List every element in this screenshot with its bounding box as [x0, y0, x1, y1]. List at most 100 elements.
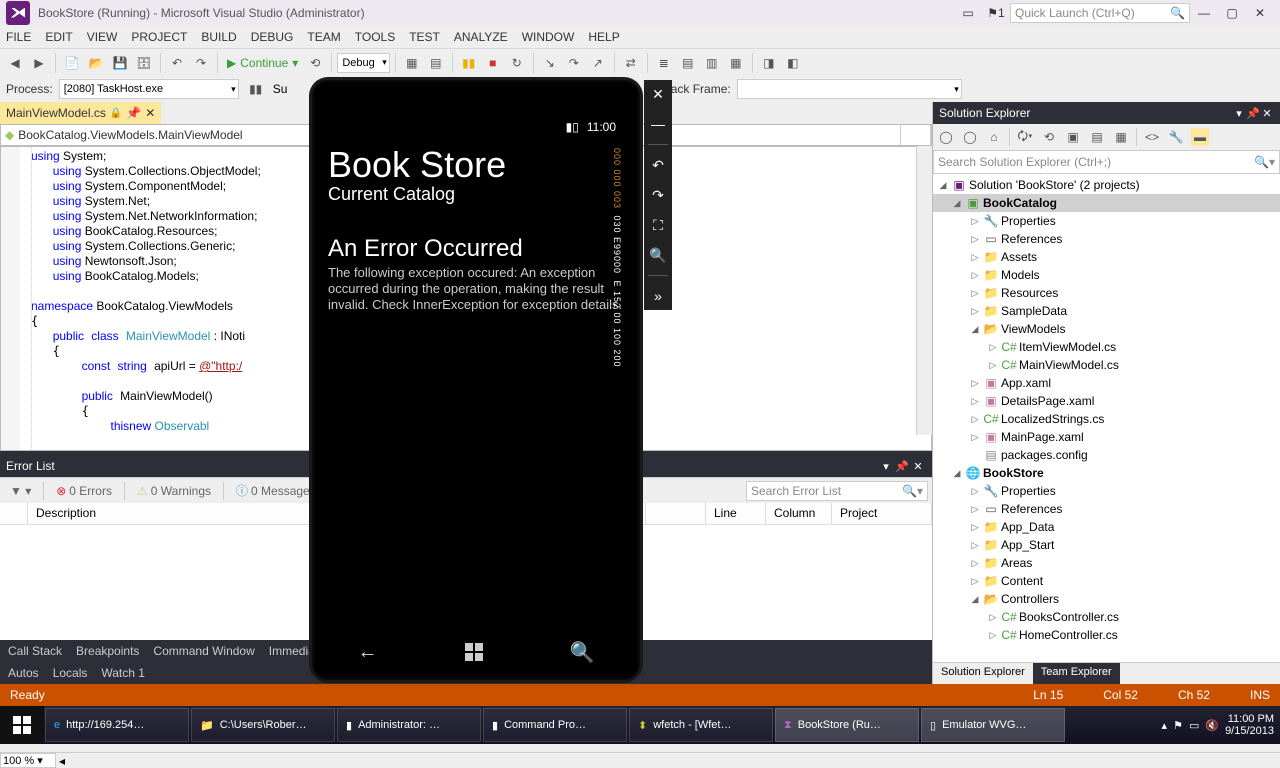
emul-zoom-icon[interactable]: 🔍 — [648, 245, 668, 265]
task-emulator[interactable]: ▯Emulator WVG… — [921, 708, 1065, 742]
restart-icon[interactable]: ⟲ — [304, 52, 326, 74]
tree-solution[interactable]: Solution 'BookStore' (2 projects) — [969, 178, 1140, 192]
undo-icon[interactable]: ↶ — [166, 52, 188, 74]
menu-build[interactable]: BUILD — [201, 30, 236, 44]
menu-test[interactable]: TEST — [409, 30, 440, 44]
tray-action-icon[interactable]: ⚑ — [1173, 719, 1183, 732]
task-cmd[interactable]: ▮Command Pro… — [483, 708, 627, 742]
tb-icon-3[interactable]: ⇄ — [620, 52, 642, 74]
refresh-icon[interactable]: ⟲ — [1040, 128, 1058, 146]
zoom-dropdown[interactable]: 100 % ▾ — [0, 753, 56, 768]
tree-item[interactable]: Properties — [1001, 484, 1056, 498]
tb-icon-7[interactable]: ▦ — [725, 52, 747, 74]
tray-sound-icon[interactable]: 🔇 — [1205, 719, 1219, 732]
start-button[interactable] — [0, 706, 44, 744]
close-tab-icon[interactable]: ✕ — [145, 106, 155, 120]
menu-tools[interactable]: TOOLS — [355, 30, 395, 44]
task-ie[interactable]: ehttp://169.254… — [45, 708, 189, 742]
col-file[interactable] — [646, 503, 706, 524]
quick-launch-input[interactable]: Quick Launch (Ctrl+Q)🔍 — [1010, 3, 1190, 23]
tree-item[interactable]: ViewModels — [1001, 322, 1065, 336]
bookmark-icon[interactable]: ◨ — [758, 52, 780, 74]
pin-icon[interactable]: 📌 — [126, 106, 141, 120]
tree-item[interactable]: References — [1001, 502, 1062, 516]
preview-icon[interactable]: ▬ — [1191, 128, 1209, 146]
tree-item[interactable]: DetailsPage.xaml — [1001, 394, 1094, 408]
tree-item[interactable]: App.xaml — [1001, 376, 1051, 390]
tb-icon-6[interactable]: ▥ — [701, 52, 723, 74]
menu-team[interactable]: TEAM — [307, 30, 340, 44]
sync-icon[interactable]: 🗘▾ — [1016, 128, 1034, 146]
tree-item[interactable]: Areas — [1001, 556, 1032, 570]
col-line[interactable]: Line — [706, 503, 766, 524]
tree-proj-bookcatalog[interactable]: BookCatalog — [983, 196, 1057, 210]
menu-view[interactable]: VIEW — [87, 30, 118, 44]
tab-solution-explorer[interactable]: Solution Explorer — [933, 663, 1033, 684]
tree-item[interactable]: Assets — [1001, 250, 1037, 264]
tree-item[interactable]: LocalizedStrings.cs — [1001, 412, 1104, 426]
member-dropdown[interactable] — [901, 125, 931, 145]
tb-icon-8[interactable]: ◧ — [782, 52, 804, 74]
tab-breakpoints[interactable]: Breakpoints — [76, 644, 139, 658]
tree-item[interactable]: Models — [1001, 268, 1040, 282]
errors-chip[interactable]: ⊗0 Errors — [50, 482, 118, 500]
feedback-icon[interactable]: ▭ — [957, 4, 979, 22]
stop-icon[interactable]: ■ — [482, 52, 504, 74]
back-icon[interactable]: ◯ — [937, 128, 955, 146]
pin-panel-icon[interactable]: 📌 — [894, 460, 910, 473]
menu-analyze[interactable]: ANALYZE — [454, 30, 508, 44]
tree-item[interactable]: Controllers — [1001, 592, 1059, 606]
emul-fit-icon[interactable]: ⛶ — [648, 215, 668, 235]
menu-edit[interactable]: EDIT — [45, 30, 72, 44]
stackframe-dropdown[interactable] — [737, 79, 962, 99]
step-over-icon[interactable]: ↷ — [563, 52, 585, 74]
col-column[interactable]: Column — [766, 503, 832, 524]
errorlist-search[interactable]: Search Error List🔍▾ — [746, 481, 928, 501]
tree-item[interactable]: HomeController.cs — [1019, 628, 1118, 642]
emul-close-icon[interactable]: ✕ — [648, 84, 668, 104]
tree-item[interactable]: SampleData — [1001, 304, 1067, 318]
tree-item[interactable]: packages.config — [1001, 448, 1088, 462]
tree-item[interactable]: App_Data — [1001, 520, 1054, 534]
h-scrollbar[interactable]: 100 % ▾ ◂ — [0, 752, 1280, 768]
filter-dropdown-icon[interactable]: ▼ ▾ — [4, 482, 37, 500]
emul-rotate-left-icon[interactable]: ↶ — [648, 155, 668, 175]
tree-item[interactable]: ItemViewModel.cs — [1019, 340, 1116, 354]
collapse-icon[interactable]: ▣ — [1064, 128, 1082, 146]
menu-file[interactable]: FILE — [6, 30, 31, 44]
fwd-icon[interactable]: ◯ — [961, 128, 979, 146]
showall-icon[interactable]: ▤ — [1088, 128, 1106, 146]
step-out-icon[interactable]: ↗ — [587, 52, 609, 74]
phone-back-button[interactable]: ← — [358, 641, 378, 664]
tab-watch1[interactable]: Watch 1 — [101, 666, 145, 680]
tray-clock[interactable]: 11:00 PM9/15/2013 — [1225, 713, 1274, 737]
dropdown-icon[interactable]: ▾ — [878, 460, 894, 473]
tab-callstack[interactable]: Call Stack — [8, 644, 62, 658]
tb-icon-5[interactable]: ▤ — [677, 52, 699, 74]
properties-icon[interactable]: 🔧 — [1167, 128, 1185, 146]
tab-mainviewmodel[interactable]: MainViewModel.cs 🔒 📌 ✕ — [0, 102, 161, 124]
tree-item[interactable]: App_Start — [1001, 538, 1054, 552]
tree-item[interactable]: MainViewModel.cs — [1019, 358, 1119, 372]
task-cmd-admin[interactable]: ▮Administrator: … — [337, 708, 481, 742]
menu-debug[interactable]: DEBUG — [251, 30, 294, 44]
close-panel-icon[interactable]: ✕ — [1260, 107, 1274, 120]
nav-back-icon[interactable]: ◀ — [4, 52, 26, 74]
system-tray[interactable]: ▴ ⚑ ▭ 🔇 11:00 PM9/15/2013 — [1156, 713, 1280, 737]
step-into-icon[interactable]: ↘ — [539, 52, 561, 74]
pause-icon[interactable]: ▮▮ — [458, 52, 480, 74]
task-explorer[interactable]: 📁C:\Users\Rober… — [191, 708, 335, 742]
emul-minimize-icon[interactable]: — — [648, 114, 668, 134]
tree-item[interactable]: BooksController.cs — [1019, 610, 1119, 624]
config-dropdown[interactable]: Debug — [337, 53, 389, 73]
phone-home-button[interactable] — [465, 643, 483, 661]
messages-chip[interactable]: ⓘ0 Messages — [230, 480, 322, 501]
suspend-label[interactable]: Su — [273, 82, 288, 96]
pin-panel-icon[interactable]: 📌 — [1246, 107, 1260, 120]
menu-window[interactable]: WINDOW — [522, 30, 575, 44]
props-icon[interactable]: ▦ — [1112, 128, 1130, 146]
tab-autos[interactable]: Autos — [8, 666, 39, 680]
close-panel-icon[interactable]: ✕ — [910, 460, 926, 473]
tree-item[interactable]: Properties — [1001, 214, 1056, 228]
tree-item[interactable]: Resources — [1001, 286, 1058, 300]
